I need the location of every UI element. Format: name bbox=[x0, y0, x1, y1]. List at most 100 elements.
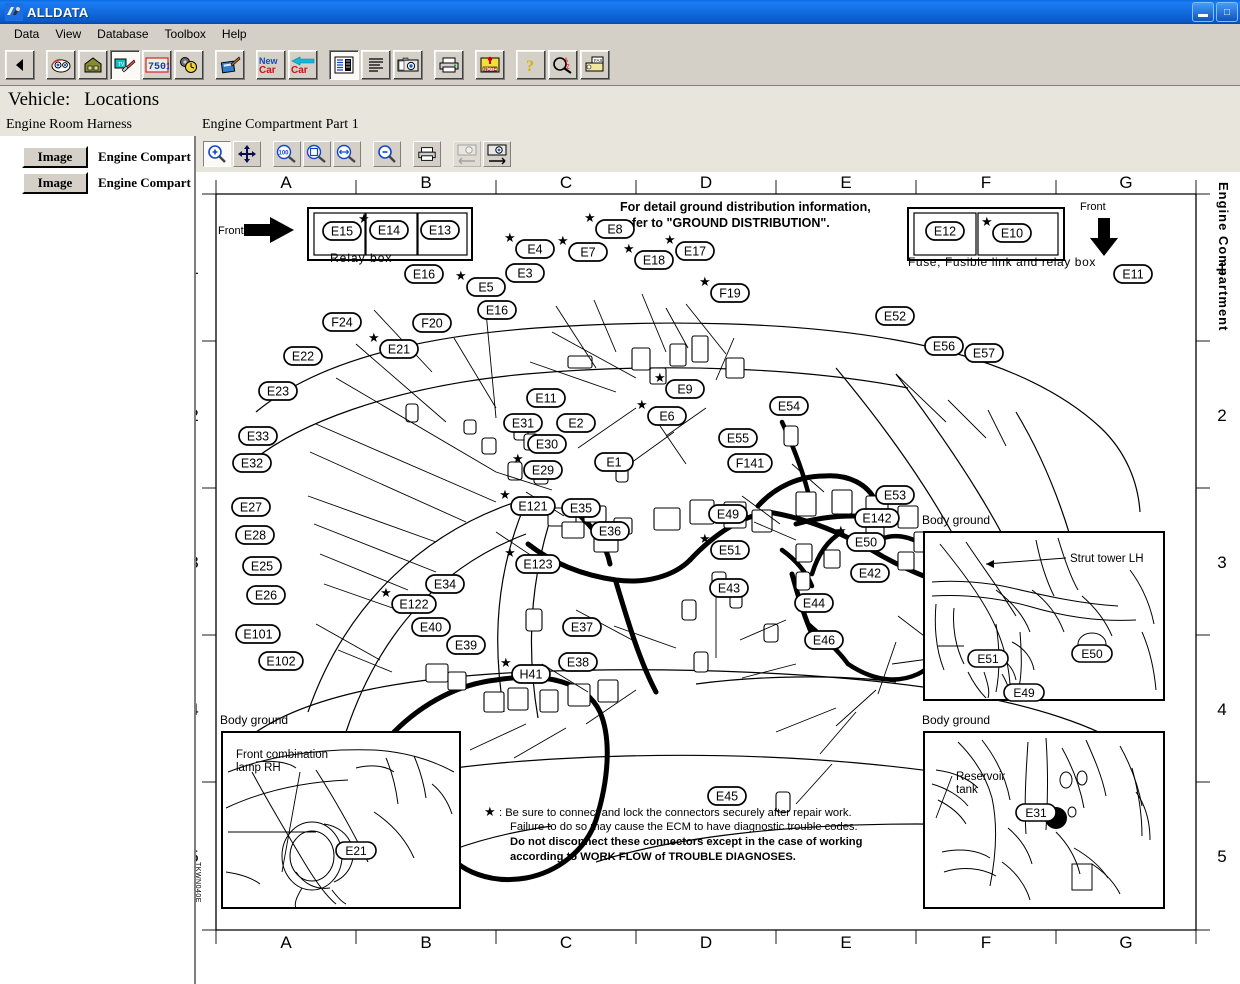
connector-label-e13[interactable]: E13 bbox=[421, 221, 459, 239]
connector-label-e43[interactable]: E43 bbox=[710, 579, 748, 597]
connector-label-e57[interactable]: E57 bbox=[965, 344, 1003, 362]
connector-label-f141[interactable]: F141 bbox=[728, 454, 772, 472]
list-index-button[interactable] bbox=[329, 50, 359, 80]
connector-label-e35[interactable]: E35 bbox=[562, 499, 600, 517]
connector-label-f24[interactable]: F24 bbox=[323, 313, 361, 331]
menu-view[interactable]: View bbox=[47, 25, 89, 43]
labor-time-button[interactable]: 7501 bbox=[142, 50, 172, 80]
minimize-button[interactable] bbox=[1192, 2, 1214, 22]
connector-label-e31[interactable]: E31 bbox=[504, 414, 542, 432]
connector-label-e46[interactable]: E46 bbox=[805, 631, 843, 649]
list-item[interactable]: Image Engine Compart bbox=[22, 146, 194, 168]
image-caption-1: Engine Compart bbox=[98, 149, 191, 165]
fax-button[interactable]: FAX bbox=[580, 50, 610, 80]
connector-label-e36[interactable]: E36 bbox=[591, 522, 629, 540]
svg-text:7501: 7501 bbox=[148, 62, 169, 73]
menu-toolbox[interactable]: Toolbox bbox=[157, 25, 214, 43]
connector-label-e12[interactable]: E12 bbox=[926, 222, 964, 240]
connector-label-e5[interactable]: ★E5 bbox=[455, 268, 505, 296]
connector-label-e52[interactable]: E52 bbox=[876, 307, 914, 325]
ground-note-line-2: refer to "GROUND DISTRIBUTION". bbox=[620, 216, 830, 230]
connector-id-text: E28 bbox=[244, 529, 266, 543]
menu-database[interactable]: Database bbox=[89, 25, 156, 43]
connector-label-e38[interactable]: E38 bbox=[559, 653, 597, 671]
connector-label-e53[interactable]: E53 bbox=[876, 486, 914, 504]
connector-label-e16[interactable]: E16 bbox=[478, 301, 516, 319]
fit-page-button[interactable] bbox=[303, 141, 331, 167]
estimator-button[interactable] bbox=[215, 50, 245, 80]
connector-label-e22[interactable]: E22 bbox=[284, 347, 322, 365]
image-button-2[interactable]: Image bbox=[22, 172, 88, 194]
connector-label-e3[interactable]: E3 bbox=[506, 264, 544, 282]
connector-label-e56[interactable]: E56 bbox=[925, 337, 963, 355]
connector-label-e32[interactable]: E32 bbox=[233, 454, 271, 472]
connector-label-f19[interactable]: ★F19 bbox=[699, 274, 749, 302]
connector-label-e121[interactable]: ★E121 bbox=[499, 487, 555, 515]
connector-label-e26[interactable]: E26 bbox=[247, 586, 285, 604]
image-view-button[interactable] bbox=[393, 50, 423, 80]
print-image-button[interactable] bbox=[413, 141, 441, 167]
print-button[interactable] bbox=[434, 50, 464, 80]
connector-label-e15[interactable]: E15 bbox=[323, 222, 361, 240]
connector-label-e49[interactable]: E49 bbox=[709, 505, 747, 523]
connector-label-e4[interactable]: ★E4 bbox=[504, 230, 554, 258]
zoom-in-button[interactable] bbox=[203, 141, 231, 167]
note-button[interactable]: NOTE bbox=[475, 50, 505, 80]
connector-label-e33[interactable]: E33 bbox=[239, 427, 277, 445]
next-image-button[interactable] bbox=[483, 141, 511, 167]
connector-label-e51[interactable]: ★E51 bbox=[699, 531, 749, 559]
connector-label-e142[interactable]: E142 bbox=[855, 509, 899, 527]
connector-label-e54[interactable]: E54 bbox=[770, 397, 808, 415]
connector-label-e28[interactable]: E28 bbox=[236, 526, 274, 544]
tv-repair-button[interactable]: TV bbox=[110, 50, 140, 80]
connector-label-e42[interactable]: E42 bbox=[851, 564, 889, 582]
home-button[interactable] bbox=[78, 50, 108, 80]
vehicle-info-button[interactable] bbox=[46, 50, 76, 80]
connector-label-e34[interactable]: E34 bbox=[426, 575, 464, 593]
connector-label-e8[interactable]: ★E8 bbox=[584, 210, 634, 238]
list-item[interactable]: Image Engine Compart bbox=[22, 172, 194, 194]
zoom-out-button[interactable] bbox=[373, 141, 401, 167]
connector-label-e44[interactable]: E44 bbox=[795, 594, 833, 612]
connector-id-text: E26 bbox=[255, 589, 277, 603]
menu-data[interactable]: Data bbox=[6, 25, 47, 43]
connector-label-e23[interactable]: E23 bbox=[259, 382, 297, 400]
fit-width-button[interactable] bbox=[333, 141, 361, 167]
diagnostics-button[interactable] bbox=[174, 50, 204, 80]
connector-label-e11[interactable]: E11 bbox=[527, 389, 565, 407]
connector-label-e40[interactable]: E40 bbox=[412, 618, 450, 636]
connector-label-e101[interactable]: E101 bbox=[236, 625, 280, 643]
connector-label-e37[interactable]: E37 bbox=[563, 618, 601, 636]
connector-label-e11[interactable]: E11 bbox=[1114, 265, 1152, 283]
connector-label-e6[interactable]: ★E6 bbox=[636, 397, 686, 425]
pan-button[interactable] bbox=[233, 141, 261, 167]
connector-label-e55[interactable]: E55 bbox=[719, 429, 757, 447]
connector-label-e30[interactable]: E30 bbox=[528, 435, 566, 453]
connector-label-e9[interactable]: ★E9 bbox=[654, 370, 704, 398]
connector-label-e1[interactable]: E1 bbox=[595, 453, 633, 471]
wiring-diagram-canvas[interactable]: Engine Compartment TKWN040E bbox=[196, 172, 1240, 984]
text-view-button[interactable] bbox=[361, 50, 391, 80]
new-car-button[interactable]: New Car bbox=[256, 50, 286, 80]
help-button[interactable]: ? bbox=[516, 50, 546, 80]
previous-image-button[interactable] bbox=[453, 141, 481, 167]
connector-label-e102[interactable]: E102 bbox=[259, 652, 303, 670]
connector-id-text: E121 bbox=[518, 500, 547, 514]
inset-2-caption: Body ground bbox=[922, 513, 990, 527]
connector-label-e7[interactable]: ★E7 bbox=[557, 233, 607, 261]
connector-label-e39[interactable]: E39 bbox=[447, 636, 485, 654]
connector-label-e25[interactable]: E25 bbox=[243, 557, 281, 575]
connector-label-e2[interactable]: E2 bbox=[557, 414, 595, 432]
connector-label-f20[interactable]: F20 bbox=[413, 314, 451, 332]
back-button[interactable] bbox=[5, 50, 35, 80]
maximize-button[interactable]: □ bbox=[1216, 2, 1238, 22]
connector-id-text: E2 bbox=[568, 417, 583, 431]
image-button-1[interactable]: Image bbox=[22, 146, 88, 168]
connector-label-e27[interactable]: E27 bbox=[232, 498, 270, 516]
zoom-100-button[interactable]: 100 bbox=[273, 141, 301, 167]
search-button[interactable]: A Z bbox=[548, 50, 578, 80]
connector-label-e45[interactable]: E45 bbox=[708, 787, 746, 805]
connector-label-e16[interactable]: E16 bbox=[405, 265, 443, 283]
return-car-button[interactable]: Car bbox=[288, 50, 318, 80]
menu-help[interactable]: Help bbox=[214, 25, 255, 43]
